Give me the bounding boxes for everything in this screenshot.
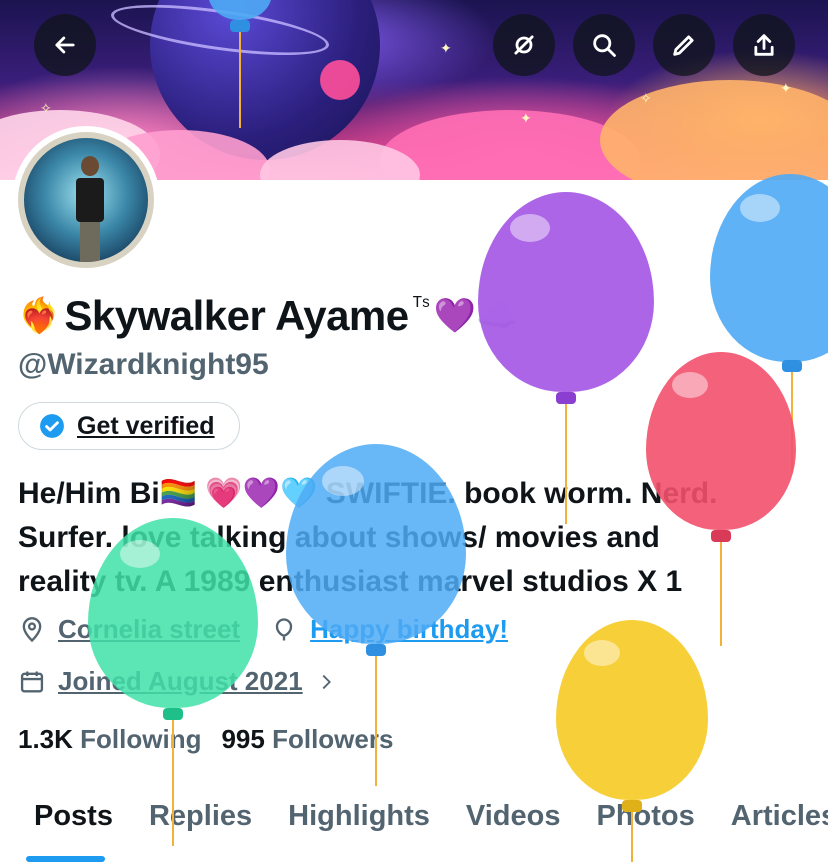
calendar-icon xyxy=(20,671,44,692)
joined-date: Joined August 2021 xyxy=(58,666,303,696)
user-handle: @Wizardknight95 xyxy=(18,348,269,381)
share-button[interactable] xyxy=(733,14,795,76)
banner-star: ✦ xyxy=(780,80,792,96)
banner-moon xyxy=(320,60,360,100)
tab-highlights[interactable]: Highlights xyxy=(270,790,448,862)
profile-bio: He/Him Bi🏳️‍🌈 💗💜🩵 SWIFTIE. book worm. Ne… xyxy=(18,472,818,604)
tab-videos[interactable]: Videos xyxy=(448,790,579,862)
edit-button[interactable] xyxy=(653,14,715,76)
balloon-icon xyxy=(275,617,293,640)
banner-star: ✦ xyxy=(520,110,532,126)
back-button[interactable] xyxy=(34,14,96,76)
edit-icon xyxy=(673,35,694,56)
profile-meta-row: Cornelia street Happy birthday! xyxy=(18,614,508,645)
bio-line: reality tv. A 1989 enthusiast marvel stu… xyxy=(18,565,683,598)
followers-label: Followers xyxy=(272,724,394,754)
banner-cloud xyxy=(600,80,828,180)
search-button[interactable] xyxy=(573,14,635,76)
follow-stats: 1.3K Following 995 Followers xyxy=(18,724,393,755)
search-icon xyxy=(593,34,616,57)
avatar-photo xyxy=(18,132,154,268)
avatar-person xyxy=(76,156,104,262)
location-pin-icon xyxy=(22,616,42,642)
tab-replies[interactable]: Replies xyxy=(131,790,270,862)
followers-stat[interactable]: 995 Followers xyxy=(221,724,393,755)
heart-cloud-emoji: 💜☁️ xyxy=(433,297,519,335)
birthday-link[interactable]: Happy birthday! xyxy=(310,614,508,645)
chevron-right-icon xyxy=(322,674,331,689)
tab-articles[interactable]: Articles xyxy=(713,790,828,862)
following-stat[interactable]: 1.3K Following xyxy=(18,724,201,755)
following-label: Following xyxy=(80,724,202,754)
display-name-suffix: ᵀˢ xyxy=(412,292,430,317)
display-name: Skywalker Ayame xyxy=(64,292,409,339)
profile-tabs: Posts Replies Highlights Videos Photos A… xyxy=(0,790,828,862)
banner-star: ✧ xyxy=(640,90,652,106)
tab-posts[interactable]: Posts xyxy=(0,790,131,862)
grok-button[interactable] xyxy=(493,14,555,76)
arrow-left-icon xyxy=(55,36,75,54)
bio-line: Surfer. love talking about shows/ movies… xyxy=(18,521,660,554)
tab-photos[interactable]: Photos xyxy=(578,790,712,862)
get-verified-button[interactable]: Get verified xyxy=(18,402,240,450)
grok-icon xyxy=(514,35,534,55)
location-link[interactable]: Cornelia street xyxy=(58,614,240,645)
share-icon xyxy=(754,34,774,56)
joined-row[interactable]: Joined August 2021 xyxy=(18,666,337,697)
balloon-blue-right xyxy=(710,174,828,474)
get-verified-label: Get verified xyxy=(77,411,215,440)
banner-star: ✧ xyxy=(40,100,52,116)
display-name-row: ❤️‍🔥 Skywalker Ayame ᵀˢ 💜☁️ xyxy=(18,292,518,340)
verified-badge-icon xyxy=(40,414,64,438)
followers-count: 995 xyxy=(221,724,265,754)
following-count: 1.3K xyxy=(18,724,73,754)
avatar[interactable] xyxy=(12,126,160,274)
fire-heart-emoji: ❤️‍🔥 xyxy=(18,297,61,335)
banner-star: ✦ xyxy=(440,40,452,56)
bio-line: He/Him Bi🏳️‍🌈 💗💜🩵 SWIFTIE. book worm. Ne… xyxy=(18,477,718,510)
